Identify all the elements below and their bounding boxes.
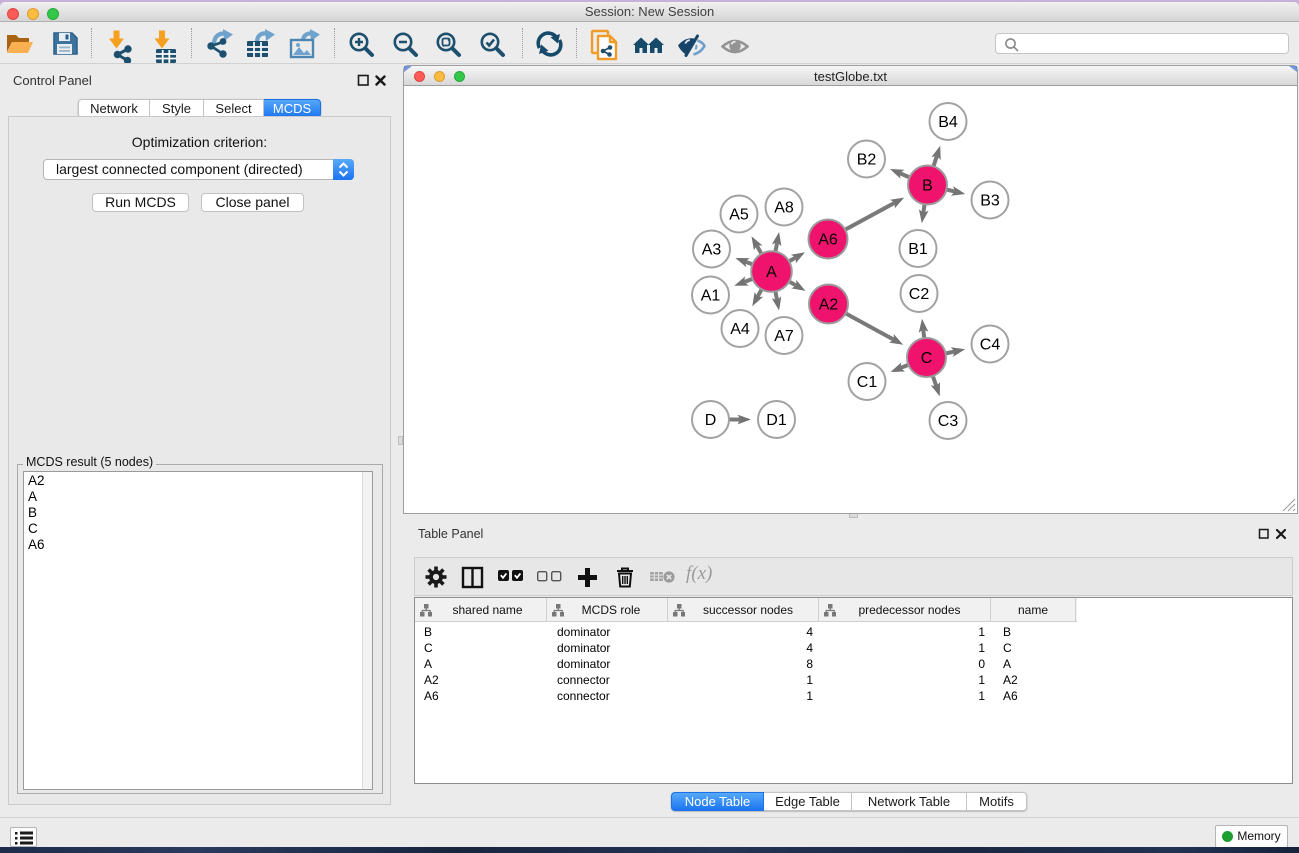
svg-text:A5: A5 [729,207,749,224]
svg-text:B4: B4 [938,114,958,131]
svg-text:C: C [921,350,933,367]
svg-text:D1: D1 [766,412,787,429]
svg-text:B2: B2 [857,152,877,169]
svg-text:D: D [705,412,717,429]
svg-text:A3: A3 [702,242,722,259]
svg-text:A6: A6 [818,232,838,249]
svg-text:A: A [766,264,777,281]
svg-text:B1: B1 [908,241,928,258]
svg-text:A4: A4 [730,321,750,338]
svg-text:C3: C3 [938,413,959,430]
svg-text:B: B [922,178,933,195]
svg-text:A7: A7 [774,328,794,345]
svg-text:A8: A8 [774,200,794,217]
svg-text:A2: A2 [819,297,839,314]
svg-text:B3: B3 [980,193,1000,210]
svg-text:C1: C1 [857,374,878,391]
svg-text:A1: A1 [701,288,721,305]
svg-text:C4: C4 [980,337,1001,354]
svg-text:C2: C2 [909,286,930,303]
